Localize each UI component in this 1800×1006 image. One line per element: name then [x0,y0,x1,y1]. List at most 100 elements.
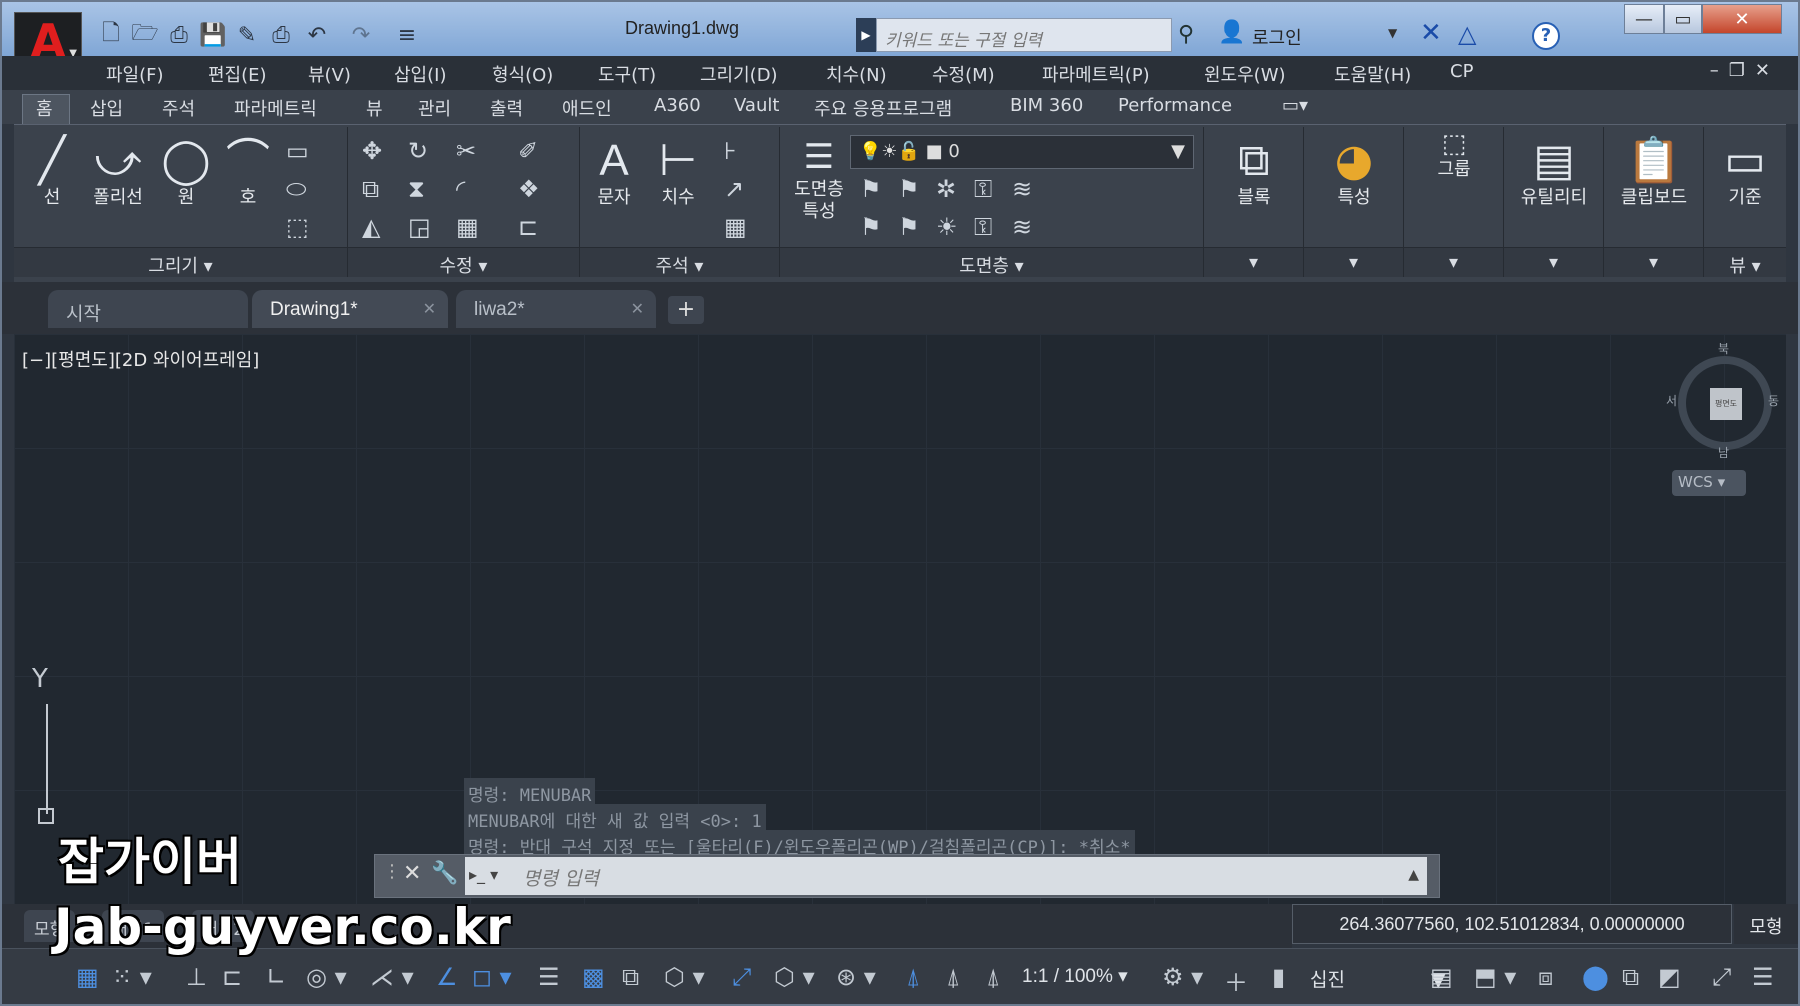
snap-icon[interactable]: ⁙ ▾ [112,963,152,991]
command-input[interactable]: 명령 입력 [465,857,1427,895]
file-tab-start[interactable]: 시작 [48,290,248,328]
rotate-icon[interactable]: ↻ [408,137,428,165]
menu-parametric[interactable]: 파라메트릭(P) [1042,61,1150,87]
file-tab-drawing1[interactable]: Drawing1* ✕ [252,290,448,328]
gizmo-icon[interactable]: ⊛ ▾ [836,963,876,991]
close-icon[interactable]: ✕ [403,861,421,886]
layer-unlock-icon[interactable]: ⚿ [974,213,992,241]
layer-delete-icon[interactable]: ≋ [1012,213,1032,241]
polyline-button[interactable]: ⤻ 폴리선 [88,135,148,209]
menu-window[interactable]: 윈도우(W) [1204,61,1286,87]
properties-button[interactable]: ◕ 특성 [1318,135,1390,209]
line-button[interactable]: ╱ 선 [24,135,80,209]
tab-parametric[interactable]: 파라메트릭 [234,95,317,121]
isodraft-icon[interactable]: ⋌ ▾ [370,963,414,991]
isolate-objects-icon[interactable]: ⧈ [1538,963,1553,991]
fillet-icon[interactable]: ◜ [456,175,465,203]
save-cloud-icon[interactable]: ⎙ [164,20,194,50]
binoculars-icon[interactable]: ⚲ [1178,22,1194,47]
units-selector[interactable]: 십진 ▼ [1310,965,1446,992]
gear-icon[interactable]: ⚙ ▾ [1162,963,1203,991]
tab-vault[interactable]: Vault [734,95,779,116]
tab-insert[interactable]: 삽입 [90,95,123,121]
minimize-button[interactable]: — [1624,4,1664,34]
coordinates-readout[interactable]: 264.36077560, 102.51012834, 0.00000000 [1292,904,1732,944]
lineweight-icon[interactable]: ☰ [538,963,560,991]
menu-format[interactable]: 형식(O) [492,61,553,87]
group-button[interactable]: ⬚ 그룹 [1418,129,1490,181]
mirror-icon[interactable]: ⧗ [408,175,425,203]
workspace-dropdown-icon[interactable]: ≡ [392,20,422,50]
circle-button[interactable]: ◯ 원 [158,135,214,209]
scale-icon[interactable]: ◲ [408,213,431,241]
menu-cp[interactable]: CP [1450,61,1473,82]
menu-help[interactable]: 도움말(H) [1334,61,1411,87]
arc-button[interactable]: ⌒ 호 [220,135,276,209]
menu-file[interactable]: 파일(F) [106,61,164,87]
rectangle-icon[interactable]: ▭ [286,137,309,165]
3d-osnap-icon[interactable]: ⬡ ▾ [664,963,705,991]
trim-icon[interactable]: ✂ [456,137,476,165]
offset-icon[interactable]: ⊏ [518,213,538,241]
text-button[interactable]: A 문자 [586,135,642,209]
maximize-button[interactable]: ▭ [1664,4,1702,34]
chevron-down-icon[interactable]: ▾ [1404,247,1503,277]
stretch-icon[interactable]: ◭ [362,213,380,241]
annotation-visibility-icon[interactable]: ⍋ [906,963,920,991]
leader-icon[interactable]: ↗ [724,175,744,203]
a360-icon[interactable]: △ [1458,20,1476,48]
chevron-down-icon[interactable]: ▾ [1604,247,1703,277]
tab-a360[interactable]: A360 [654,95,701,116]
save-as-icon[interactable]: ✎ [232,20,262,50]
boundary-icon[interactable]: ⬚ [286,213,309,241]
menu-edit[interactable]: 편집(E) [208,61,267,87]
selection-filter-icon[interactable]: ⬡ ▾ [774,963,815,991]
layer-dropdown[interactable]: 💡☀🔓 ■ 0 ▼ [850,135,1194,169]
utilities-button[interactable]: ▤ 유틸리티 [1512,135,1596,209]
hatch-icon[interactable]: ⬭ [286,175,307,203]
chevron-down-icon[interactable]: ▾ [1504,247,1603,277]
dimension-button[interactable]: ⊢ 치수 [650,135,706,209]
new-icon[interactable]: 🗋 [96,20,126,50]
table-icon[interactable]: ▦ [724,213,747,241]
viewcube-north[interactable]: 북 [1718,340,1729,357]
explode-icon[interactable]: ❖ [518,175,540,203]
infer-constraints-icon[interactable]: ⊥ [186,963,207,991]
close-button[interactable]: ✕ [1702,4,1782,34]
menu-insert[interactable]: 삽입(I) [394,61,446,87]
menu-dimension[interactable]: 치수(N) [826,61,887,87]
search-expand-icon[interactable]: ▶ [856,18,876,52]
auto-scale-icon[interactable]: ⍋ [946,963,960,991]
command-prompt-icon[interactable]: ▸_ ▾ [469,865,498,884]
quick-properties-icon[interactable]: ▤ [1430,963,1453,991]
annotation-scale[interactable]: 1:1 / 100% ▾ [1022,965,1128,988]
viewcube-south[interactable]: 남 [1718,444,1729,461]
viewcube-face[interactable]: 평면도 [1710,388,1742,420]
block-button[interactable]: ⧉ 블록 [1218,135,1290,209]
file-tab-liwa2[interactable]: liwa2* ✕ [456,290,656,328]
layers-panel-title[interactable]: 도면층 ▾ [780,247,1203,277]
array-icon[interactable]: ▦ [456,213,479,241]
chevron-down-icon[interactable]: ▾ [1204,247,1303,277]
tab-performance[interactable]: Performance [1118,95,1232,116]
transparency-icon[interactable]: ▩ [582,963,605,991]
linear-dimension-icon[interactable]: ⊦ [724,137,737,165]
plus-icon[interactable]: ＋ [1224,963,1248,998]
undo-icon[interactable]: ↶ [302,20,332,50]
copy-icon[interactable]: ⧉ [362,175,379,203]
open-icon[interactable]: 🗁 [130,20,160,50]
close-icon[interactable]: ✕ [423,299,436,319]
layer-on-icon[interactable]: ⚑ [860,213,882,241]
viewcube-west[interactable]: 서 [1666,392,1677,409]
layer-isolate-icon[interactable]: ⚑ [898,175,920,203]
drawing-canvas[interactable]: [−][평면도][2D 와이어프레임] 평면도 북 남 동 서 WCS ▾ Y … [14,334,1786,904]
annotation-panel-title[interactable]: 주석 ▾ [580,247,779,277]
menu-modify[interactable]: 수정(M) [932,61,995,87]
ribbon-minimize-icon[interactable]: ▭▾ [1282,95,1308,116]
tab-featured-apps[interactable]: 주요 응용프로그램 [814,95,952,121]
graphics-performance-icon[interactable]: ◩ [1658,963,1681,991]
document-window-controls[interactable]: –❐✕ [1710,60,1780,81]
view-panel-title[interactable]: 뷰 ▾ [1704,247,1786,277]
annotation-scale-icon[interactable]: ⍋ [986,963,1000,991]
grip-handle[interactable]: ⋮ [383,861,401,882]
